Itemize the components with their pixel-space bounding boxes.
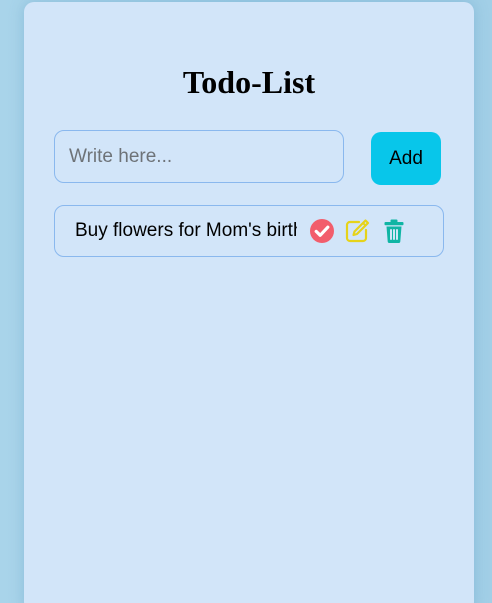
todo-input[interactable]: [54, 130, 344, 183]
pencil-square-icon[interactable]: [344, 218, 370, 244]
trash-icon[interactable]: [381, 218, 407, 244]
add-button[interactable]: Add: [371, 132, 441, 185]
todo-card: Todo-List Add Buy flowers for Mom's birt…: [24, 2, 474, 603]
check-circle-icon[interactable]: [309, 218, 335, 244]
page-title: Todo-List: [182, 64, 316, 100]
todo-item: Buy flowers for Mom's birthday: [54, 205, 444, 257]
todo-item-text: Buy flowers for Mom's birthday: [75, 220, 297, 241]
